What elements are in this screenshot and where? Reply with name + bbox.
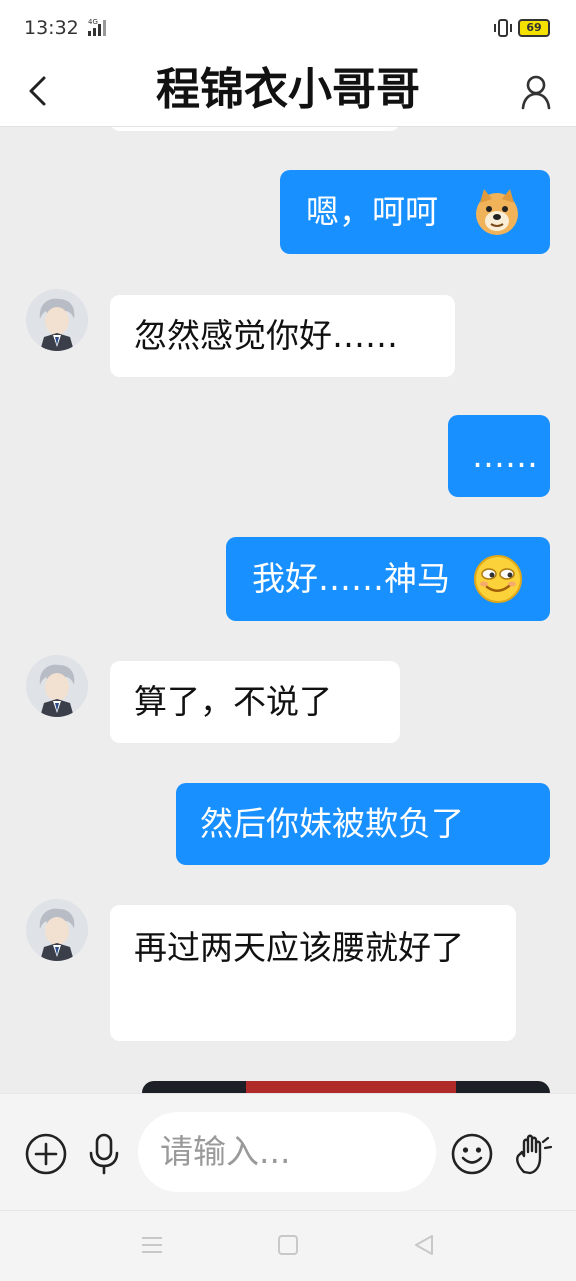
signal-icon: 4G [88,18,106,36]
doge-emoji [476,189,518,235]
vibrate-icon [494,19,512,37]
microphone-icon[interactable] [82,1132,126,1176]
avatar-image [26,899,88,961]
message-bubble-incoming[interactable]: 算了，不说了 [110,661,400,743]
chat-title: 程锦衣小哥哥 [156,64,420,115]
message-bubble-outgoing[interactable]: 然后你妹被欺负了 [176,783,550,865]
message-bubble-outgoing[interactable]: …… [448,415,550,497]
status-time: 13:32 [24,17,79,39]
message-text: …… [472,436,538,475]
chat-header: 程锦衣小哥哥 [0,56,576,127]
chevron-left-icon[interactable] [18,66,62,116]
poke-hand-icon[interactable] [510,1132,554,1176]
home-icon[interactable] [276,1233,300,1257]
message-bubble-outgoing[interactable]: 我好……神马 [226,537,550,621]
battery-indicator: 69 [518,19,550,37]
network-type: 4G [88,18,98,26]
message-bubble-incoming[interactable]: 忽然感觉你好…… [110,295,455,377]
message-input[interactable]: 请输入... [138,1112,436,1192]
message-bubble-incoming[interactable]: 再过两天应该腰就好了 [110,905,516,1041]
system-nav-bar [0,1210,576,1281]
avatar-image [26,289,88,351]
message-text: 我好……神马 [252,559,450,598]
message-bubble-outgoing[interactable]: 嗯，呵呵 [280,170,550,254]
avatar-image [26,655,88,717]
message-text: 再过两天应该腰就好了 [134,928,464,967]
message-list[interactable]: 嗯，呵呵 忽然感觉你好…… …… 我好……神马 算了，不说了 然后你妹被欺负了 … [0,127,576,1093]
message-text: 嗯，呵呵 [306,192,438,231]
message-text: 忽然感觉你好…… [134,316,398,355]
message-text: 算了，不说了 [134,682,332,721]
menu-icon[interactable] [140,1233,164,1257]
plus-circle-icon[interactable] [24,1132,68,1176]
message-bubble-cropped [110,127,400,131]
smirk-emoji [474,555,522,603]
emoji-icon[interactable] [450,1132,494,1176]
input-placeholder: 请输入... [160,1132,291,1171]
person-icon[interactable] [512,68,560,116]
contact-avatar[interactable] [26,655,88,717]
image-content [246,1081,456,1093]
input-bar: 请输入... [0,1093,576,1210]
back-triangle-icon[interactable] [412,1233,436,1257]
contact-avatar[interactable] [26,289,88,351]
contact-avatar[interactable] [26,899,88,961]
status-bar: 13:32 4G 69 [0,0,576,56]
image-message-cropped[interactable] [142,1081,550,1093]
message-text: 然后你妹被欺负了 [200,804,464,843]
